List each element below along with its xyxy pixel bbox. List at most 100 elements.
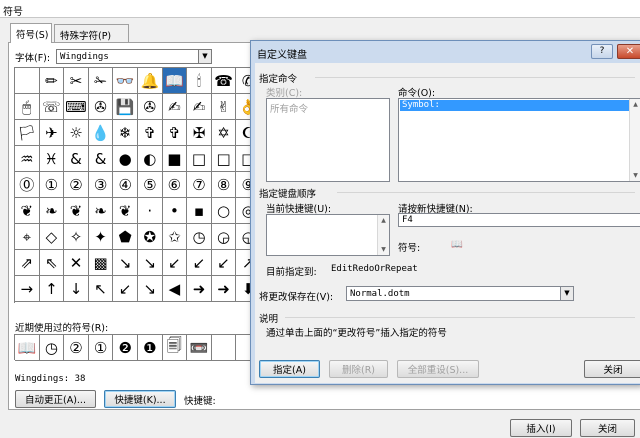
symbol-cell[interactable]: ✩ — [162, 224, 188, 250]
symbol-cell[interactable]: ♒ — [15, 146, 40, 172]
symbol-cell[interactable]: ❦ — [15, 198, 40, 224]
symbol-cell[interactable]: ✁ — [88, 68, 114, 94]
symbol-cell[interactable]: ✡ — [211, 120, 237, 146]
current-keys-scrollbar[interactable]: ▲ ▼ — [377, 215, 389, 255]
symbol-cell[interactable]: 📖 — [162, 68, 188, 94]
symbol-cell[interactable]: ⑦ — [187, 172, 212, 198]
tab-special-characters[interactable]: 特殊字符(P) — [54, 24, 129, 42]
symbol-cell[interactable]: ▪ — [187, 198, 212, 224]
symbol-cell[interactable]: ❄ — [113, 120, 138, 146]
save-in-select[interactable]: Normal.dotm ▼ — [346, 286, 574, 301]
symbol-cell[interactable]: ✪ — [138, 224, 163, 250]
symbol-cell[interactable]: 👓 — [113, 68, 138, 94]
symbol-close-button[interactable]: 关闭 — [580, 419, 635, 437]
symbol-cell[interactable]: ✌ — [211, 94, 237, 120]
symbol-cell[interactable]: ↘ — [138, 276, 163, 302]
symbol-cell[interactable]: ◇ — [39, 224, 65, 250]
symbol-cell[interactable]: ◶ — [211, 224, 237, 250]
insert-button[interactable]: 插入(I) — [510, 419, 572, 437]
symbol-cell[interactable]: ☎ — [211, 68, 237, 94]
new-key-input[interactable]: F4 — [398, 213, 640, 227]
symbol-cell[interactable]: ↙ — [113, 276, 138, 302]
scroll-down-icon[interactable]: ▼ — [630, 170, 640, 181]
assign-button[interactable]: 指定(A) — [259, 360, 320, 378]
help-icon[interactable]: ? — [591, 44, 613, 59]
symbol-cell[interactable]: • — [162, 198, 188, 224]
command-list[interactable]: Symbol: ▲ ▼ — [398, 98, 640, 182]
symbol-cell[interactable]: ③ — [88, 172, 114, 198]
symbol-cell[interactable]: ◷ — [187, 224, 212, 250]
symbol-cell[interactable]: ✞ — [138, 120, 163, 146]
symbol-cell[interactable]: ✇ — [138, 94, 163, 120]
symbol-cell[interactable]: ↓ — [64, 276, 89, 302]
symbol-cell[interactable]: ❦ — [64, 198, 89, 224]
symbol-cell[interactable]: ✇ — [88, 94, 114, 120]
symbol-cell[interactable]: ↙ — [162, 250, 188, 276]
symbol-cell[interactable]: & — [64, 146, 89, 172]
symbol-cell[interactable]: ↙ — [211, 250, 237, 276]
symbol-cell[interactable]: ✍ — [162, 94, 188, 120]
symbol-cell[interactable]: · — [138, 198, 163, 224]
category-item-all-commands[interactable]: 所有命令 — [270, 101, 308, 115]
recent-symbol-cell[interactable] — [211, 335, 237, 361]
symbol-cell[interactable]: ✧ — [64, 224, 89, 250]
symbol-cell[interactable]: ⇖ — [39, 250, 65, 276]
symbol-cell[interactable]: ① — [39, 172, 65, 198]
symbol-cell[interactable]: 💾 — [113, 94, 138, 120]
symbol-cell[interactable]: 🔔 — [138, 68, 163, 94]
recent-symbol-cell[interactable]: ❷ — [113, 335, 138, 361]
recent-symbol-cell[interactable]: 📖 — [15, 335, 40, 361]
symbol-cell[interactable]: ⑤ — [138, 172, 163, 198]
category-list[interactable]: 所有命令 — [266, 98, 390, 182]
symbol-cell[interactable]: ✦ — [88, 224, 114, 250]
shortcut-key-button[interactable]: 快捷键(K)... — [104, 390, 176, 408]
recent-symbol-cell[interactable]: ❶ — [138, 335, 163, 361]
symbol-cell[interactable]: → — [15, 276, 40, 302]
symbol-cell[interactable]: ⓪ — [15, 172, 40, 198]
recent-symbol-cell[interactable]: 🗐 — [162, 335, 188, 361]
chevron-down-icon[interactable]: ▼ — [560, 287, 573, 300]
command-list-scrollbar[interactable]: ▲ ▼ — [629, 99, 640, 181]
symbol-cell[interactable]: & — [88, 146, 114, 172]
symbol-cell[interactable]: ◀ — [162, 276, 188, 302]
symbol-cell[interactable]: ❦ — [113, 198, 138, 224]
scroll-up-icon[interactable]: ▲ — [378, 215, 389, 226]
symbol-cell[interactable]: ✞ — [162, 120, 188, 146]
symbol-cell[interactable]: ② — [64, 172, 89, 198]
symbol-cell[interactable]: ↖ — [88, 276, 114, 302]
recent-symbol-cell[interactable]: ◷ — [39, 335, 65, 361]
autocorrect-button[interactable]: 自动更正(A)... — [15, 390, 96, 408]
symbol-cell[interactable]: ○ — [211, 198, 237, 224]
symbol-cell[interactable]: ☼ — [64, 120, 89, 146]
symbol-cell[interactable] — [15, 68, 40, 94]
symbol-cell[interactable]: □ — [211, 146, 237, 172]
symbol-cell[interactable]: 💧 — [88, 120, 114, 146]
command-item-symbol[interactable]: Symbol: — [400, 100, 630, 111]
symbol-cell[interactable]: ⑧ — [211, 172, 237, 198]
symbol-cell[interactable]: ❧ — [88, 198, 114, 224]
symbol-cell[interactable]: ✂ — [64, 68, 89, 94]
symbol-cell[interactable]: ▩ — [88, 250, 114, 276]
scroll-down-icon[interactable]: ▼ — [378, 244, 389, 255]
symbol-cell[interactable]: ⇗ — [15, 250, 40, 276]
symbol-cell[interactable]: ☏ — [39, 94, 65, 120]
symbol-cell[interactable]: 🖱 — [15, 94, 40, 120]
reset-all-button[interactable]: 全部重设(S)... — [397, 360, 479, 378]
symbol-cell[interactable]: ✕ — [64, 250, 89, 276]
symbol-cell[interactable]: ✏ — [39, 68, 65, 94]
symbol-cell[interactable]: ↑ — [39, 276, 65, 302]
symbol-cell[interactable]: ● — [113, 146, 138, 172]
symbol-cell[interactable]: ■ — [162, 146, 188, 172]
symbol-cell[interactable]: ⬟ — [113, 224, 138, 250]
symbol-cell[interactable]: ◐ — [138, 146, 163, 172]
chevron-down-icon[interactable]: ▼ — [198, 50, 211, 63]
symbol-cell[interactable]: ✠ — [187, 120, 212, 146]
scroll-up-icon[interactable]: ▲ — [630, 99, 640, 110]
symbol-cell[interactable]: ④ — [113, 172, 138, 198]
symbol-cell[interactable]: □ — [187, 146, 212, 172]
symbol-cell[interactable]: ✈ — [39, 120, 65, 146]
font-select[interactable]: Wingdings ▼ — [56, 49, 212, 64]
symbol-cell[interactable]: ↘ — [113, 250, 138, 276]
symbol-cell[interactable]: ❧ — [39, 198, 65, 224]
symbol-cell[interactable]: ♓ — [39, 146, 65, 172]
